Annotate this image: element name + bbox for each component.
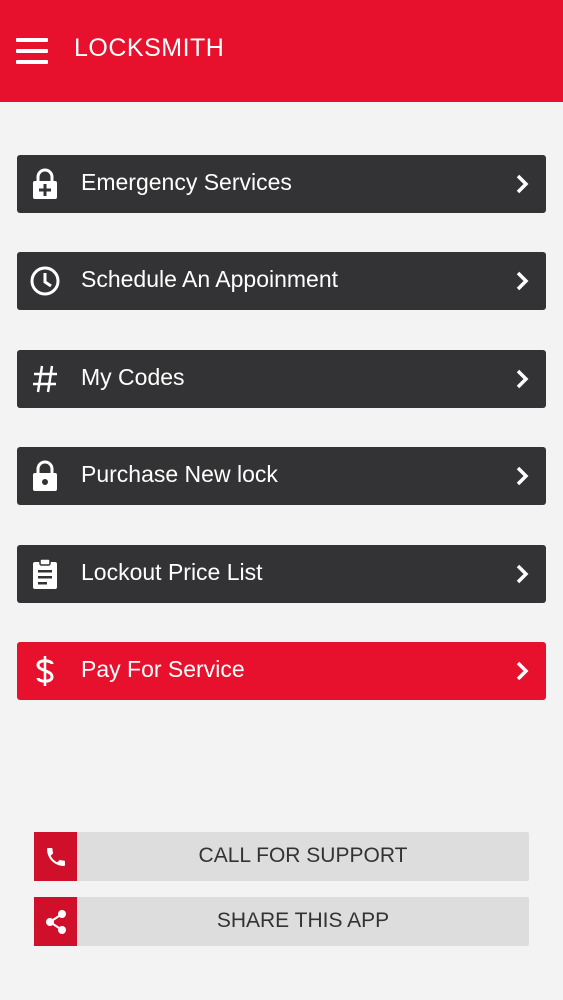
menu-item-label: My Codes [81,364,185,390]
menu-item-label: Lockout Price List [81,559,263,585]
lock-plus-icon [29,167,61,201]
phone-icon [34,832,77,881]
clock-icon [29,264,61,298]
chevron-right-icon [516,564,529,584]
chevron-right-icon [516,369,529,389]
menu-item-lockout-price-list[interactable]: Lockout Price List [17,545,546,603]
menu-item-label: Purchase New lock [81,461,278,487]
hash-icon [29,362,61,396]
chevron-right-icon [516,661,529,681]
menu-item-label: Emergency Services [81,169,292,195]
call-for-support-label: CALL FOR SUPPORT [198,844,408,867]
menu-item-schedule-appointment[interactable]: Schedule An Appoinment [17,252,546,310]
hamburger-menu-icon[interactable] [16,38,48,64]
app-title: LOCKSMITH [74,34,225,62]
menu-item-my-codes[interactable]: My Codes [17,350,546,408]
chevron-right-icon [516,174,529,194]
menu-item-label: Pay For Service [81,656,245,682]
clipboard-icon [29,557,61,591]
dollar-icon [29,654,61,688]
menu-item-label: Schedule An Appoinment [81,266,339,292]
lock-icon [29,459,61,493]
menu-item-purchase-new-lock[interactable]: Purchase New lock [17,447,546,505]
chevron-right-icon [516,466,529,486]
menu-item-pay-for-service[interactable]: Pay For Service [17,642,546,700]
share-app-label: SHARE THIS APP [216,909,390,932]
share-app-button[interactable]: SHARE THIS APP [34,897,529,946]
app-bar: LOCKSMITH [0,0,563,102]
menu-item-emergency-services[interactable]: Emergency Services [17,155,546,213]
call-for-support-button[interactable]: CALL FOR SUPPORT [34,832,529,881]
chevron-right-icon [516,271,529,291]
share-icon [34,897,77,946]
